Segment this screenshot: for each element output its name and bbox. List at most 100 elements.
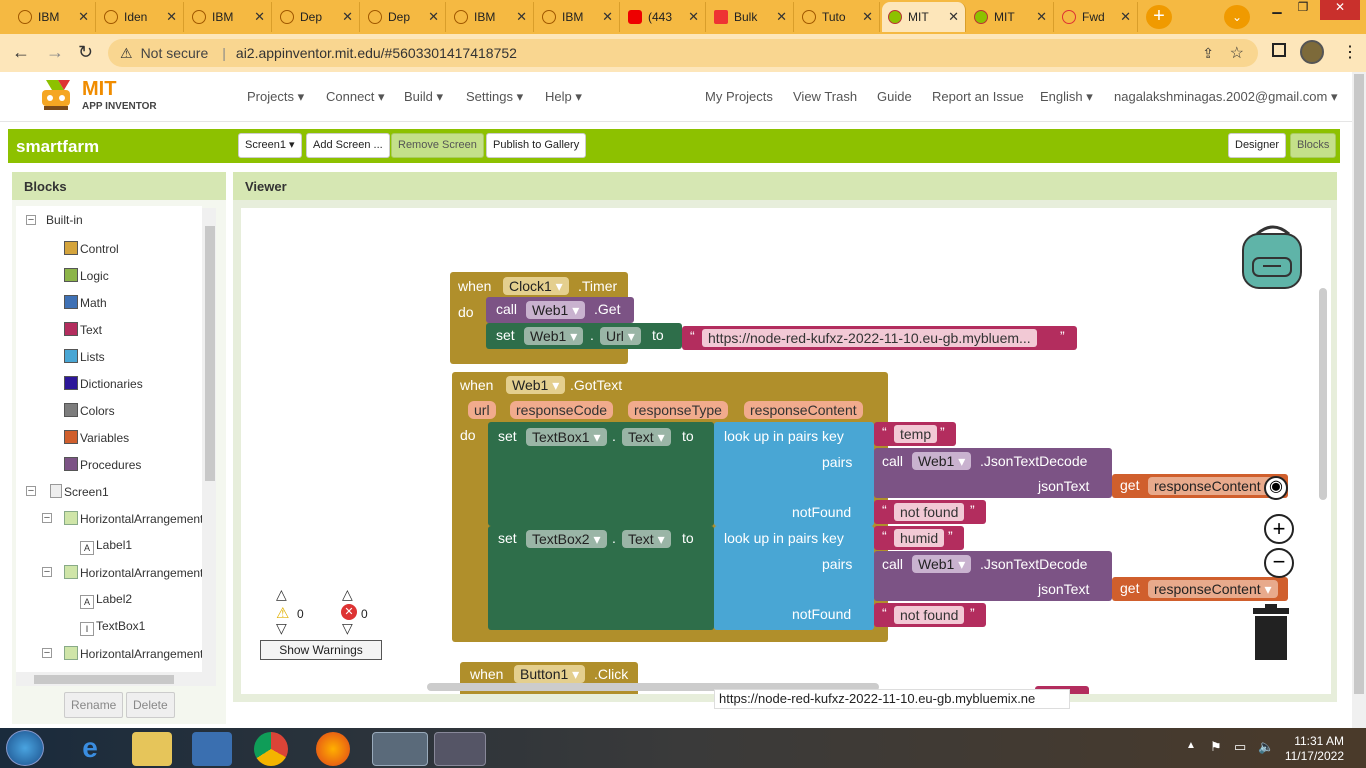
designer-button[interactable]: Designer [1228,133,1287,158]
close-icon[interactable]: ✕ [948,9,959,25]
scrollbar-thumb[interactable] [34,675,174,684]
tree-label2[interactable]: A Label2 [80,592,132,609]
collapse-icon[interactable]: − [26,486,36,497]
volume-icon[interactable]: 🔈 [1258,739,1274,755]
notfound-string[interactable]: not found [894,606,965,624]
property-dropdown[interactable]: Text ▾ [622,428,671,446]
json-text-decode-block[interactable]: call Web1 ▾ .JsonTextDecode jsonText [874,551,1112,601]
menu-connect[interactable]: Connect ▾ [326,89,385,105]
rename-button[interactable]: Rename [64,692,124,718]
menu-build[interactable]: Build ▾ [404,89,443,105]
close-icon[interactable]: ✕ [862,9,873,25]
close-icon[interactable]: ✕ [602,9,613,25]
browser-tab[interactable]: MIT ✕ [968,2,1054,32]
property-dropdown[interactable]: Url ▾ [600,327,641,345]
browser-tab[interactable]: IBM ✕ [186,2,272,32]
tree-variables[interactable]: Variables [64,430,129,445]
back-arrow-icon[interactable]: ← [12,42,30,63]
zoom-in-icon[interactable]: + [1264,514,1294,544]
media-player-icon[interactable] [192,732,232,766]
close-icon[interactable]: ✕ [78,9,89,25]
browser-tab[interactable]: (443 ✕ [622,2,706,32]
system-clock[interactable]: 11:31 AM 11/17/2022 [1285,734,1344,764]
component-dropdown[interactable]: Web1 ▾ [912,452,972,470]
window-close-icon[interactable]: ✕ [1320,0,1360,20]
text-string-block[interactable]: “ not found ” [874,500,986,524]
forward-arrow-icon[interactable]: → [46,42,64,63]
zoom-out-icon[interactable]: − [1264,548,1294,578]
set-textbox2-text-block[interactable]: set TextBox2 ▾ . Text ▾ to [488,526,714,630]
json-text-decode-block[interactable]: call Web1 ▾ .JsonTextDecode jsonText [874,448,1112,498]
scrollbar-thumb[interactable] [205,226,215,481]
collapse-icon[interactable]: − [26,215,36,226]
not-secure-label[interactable]: Not secure [141,45,209,61]
recenter-icon[interactable]: ◉ [1264,476,1288,500]
more-menu-icon[interactable]: ⋮ [1342,42,1358,62]
call-web-get-block[interactable]: call Web1 ▾ .Get [486,297,634,323]
close-icon[interactable]: ✕ [254,9,265,25]
event-param[interactable]: responseContent [744,401,863,419]
collapse-icon[interactable]: − [42,567,52,578]
menu-projects[interactable]: Projects ▾ [247,89,304,105]
component-dropdown[interactable]: TextBox1 ▾ [526,428,607,446]
browser-tab[interactable]: Iden ✕ [98,2,184,32]
tree-dictionaries[interactable]: Dictionaries [64,376,143,391]
browser-tab[interactable]: Fwd ✕ [1056,2,1138,32]
link-view-trash[interactable]: View Trash [793,89,857,104]
warning-up-icon[interactable]: △ [276,586,287,603]
browser-tab[interactable]: Bulk ✕ [708,2,794,32]
screen-select[interactable]: Screen1 ▾ [238,133,302,158]
blocks-button[interactable]: Blocks [1290,133,1337,158]
collapse-icon[interactable]: − [42,648,52,659]
variable-dropdown[interactable]: responseContent ▾ [1148,477,1278,495]
close-icon[interactable]: ✕ [688,9,699,25]
component-dropdown[interactable]: Web1 ▾ [524,327,584,345]
add-screen-button[interactable]: Add Screen ... [306,133,390,158]
tree-logic[interactable]: Logic [64,268,109,283]
restore-icon[interactable]: ❐ [1290,0,1316,20]
notfound-string[interactable]: not found [894,503,965,521]
url-string[interactable]: https://node-red-kufxz-2022-11-10.eu-gb.… [702,329,1037,347]
tree-horizontal-scrollbar[interactable] [16,672,216,686]
publish-gallery-button[interactable]: Publish to Gallery [486,133,587,158]
browser-tab[interactable]: Dep ✕ [274,2,360,32]
network-icon[interactable]: ▭ [1234,739,1246,755]
close-icon[interactable]: ✕ [166,9,177,25]
menu-help[interactable]: Help ▾ [545,89,582,105]
text-string-block[interactable]: “ not found ” [874,603,986,627]
component-dropdown[interactable]: Button1 ▾ [514,665,586,683]
tree-horizontal-arrangement[interactable]: HorizontalArrangement [64,511,202,526]
browser-tab-active[interactable]: MIT ✕ [882,2,966,32]
chrome-active-icon[interactable] [372,732,428,766]
close-icon[interactable]: ✕ [1120,9,1131,25]
event-param[interactable]: url [468,401,496,419]
link-my-projects[interactable]: My Projects [705,89,773,104]
file-explorer-icon[interactable] [132,732,172,766]
set-web-url-block[interactable]: set Web1 ▾ . Url ▾ to [486,323,682,349]
profile-avatar[interactable] [1300,40,1324,64]
warning-down-icon[interactable]: ▽ [276,620,287,637]
tree-builtin[interactable]: Built-in [46,213,83,227]
page-scrollbar-thumb[interactable] [1354,74,1364,694]
lookup-in-pairs-block[interactable]: look up in pairs key pairs notFound [714,422,874,526]
tree-procedures[interactable]: Procedures [64,457,141,472]
account-menu[interactable]: nagalakshminagas.2002@gmail.com ▾ [1114,89,1338,105]
minimize-icon[interactable]: ▁ [1264,0,1290,20]
error-up-icon[interactable]: △ [342,586,353,603]
url-text[interactable]: ai2.appinventor.mit.edu/#560330141741875… [236,45,517,61]
flag-icon[interactable]: ⚑ [1210,739,1222,755]
component-dropdown[interactable]: TextBox2 ▾ [526,530,607,548]
trash-icon[interactable] [1251,604,1291,660]
workspace-vertical-scrollbar[interactable] [1319,288,1327,500]
mit-logo[interactable]: MIT APP INVENTOR [36,76,166,116]
text-string-block[interactable]: “ temp ” [874,422,956,446]
browser-tab[interactable]: IBM ✕ [448,2,534,32]
lookup-in-pairs-block[interactable]: look up in pairs key pairs notFound [714,526,874,630]
remove-screen-button[interactable]: Remove Screen [391,133,484,158]
share-icon[interactable]: ⇪ [1202,45,1214,62]
blocks-workspace[interactable]: when Clock1 ▾ .Timer do call Web1 ▾ .Get… [241,208,1331,694]
set-textbox1-text-block[interactable]: set TextBox1 ▾ . Text ▾ to [488,422,714,526]
event-param[interactable]: responseType [628,401,728,419]
link-report-issue[interactable]: Report an Issue [932,89,1024,104]
text-string-block[interactable]: “ https://node-red-kufxz-2022-11-10.eu-g… [682,326,1077,350]
